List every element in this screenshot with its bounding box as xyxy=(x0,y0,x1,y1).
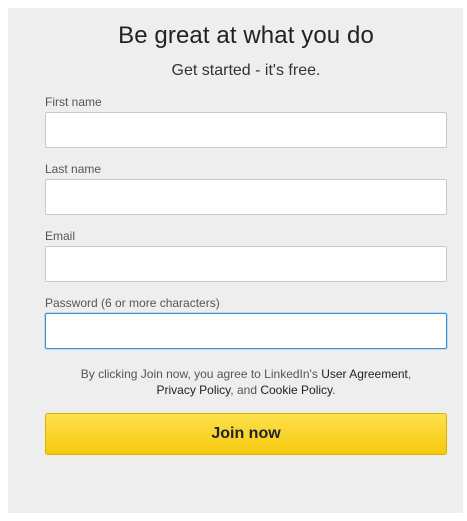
email-input[interactable] xyxy=(45,246,447,282)
join-now-button[interactable]: Join now xyxy=(45,413,447,455)
signup-panel: Be great at what you do Get started - it… xyxy=(8,8,463,513)
first-name-label: First name xyxy=(45,95,102,109)
password-label: Password (6 or more characters) xyxy=(45,296,220,310)
agreement-suffix: . xyxy=(332,383,336,397)
privacy-policy-link[interactable]: Privacy Policy xyxy=(157,383,231,397)
last-name-group: Last name xyxy=(45,162,447,215)
first-name-group: First name xyxy=(45,95,447,148)
first-name-input[interactable] xyxy=(45,112,447,148)
last-name-label: Last name xyxy=(45,162,102,176)
password-group: Password (6 or more characters) xyxy=(45,296,447,349)
email-label: Email xyxy=(45,229,76,243)
cookie-policy-link[interactable]: Cookie Policy xyxy=(260,383,332,397)
signup-form: First name Last name Email Password (6 o… xyxy=(45,95,447,349)
agreement-sep1: , xyxy=(407,367,412,381)
page-subhead: Get started - it's free. xyxy=(171,62,321,79)
user-agreement-link[interactable]: User Agreement xyxy=(321,367,408,381)
last-name-input[interactable] xyxy=(45,179,447,215)
agreement-prefix: By clicking Join now, you agree to Linke… xyxy=(80,367,322,381)
email-group: Email xyxy=(45,229,447,282)
page-headline: Be great at what you do xyxy=(118,22,374,49)
password-input[interactable] xyxy=(45,313,447,349)
agreement-text: By clicking Join now, you agree to Linke… xyxy=(45,366,447,398)
agreement-sep2: , and xyxy=(230,383,261,397)
